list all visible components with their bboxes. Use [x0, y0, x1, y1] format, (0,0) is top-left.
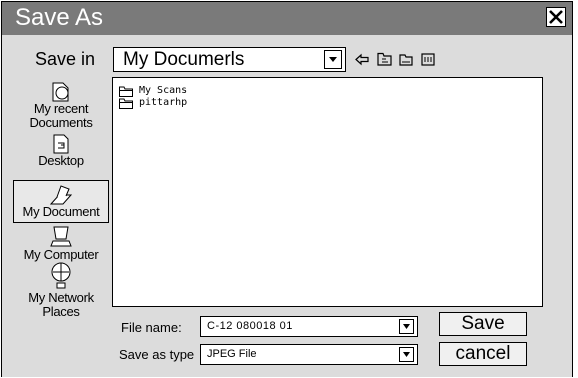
- save-as-type-value: JPEG File: [207, 348, 257, 360]
- file-name-my-scans: My Scans: [139, 85, 188, 96]
- place-my-network-places[interactable]: My Network Places: [13, 261, 109, 319]
- place-my-documents[interactable]: My Document: [13, 180, 109, 223]
- place-label-desktop: Desktop: [38, 153, 84, 168]
- save-button[interactable]: Save: [439, 312, 527, 336]
- place-my-recent-documents[interactable]: My recent Documents: [13, 82, 109, 130]
- close-icon: [549, 10, 563, 24]
- place-label-my-computer: My Computer: [23, 247, 99, 262]
- my-documents-icon: [49, 185, 73, 205]
- recent-documents-icon: [52, 82, 69, 102]
- save-as-type-dropdown-button[interactable]: [399, 347, 414, 362]
- desktop-icon: [53, 134, 69, 154]
- computer-icon: [50, 226, 72, 247]
- save-in-value: My Documerls: [123, 49, 245, 70]
- cancel-button[interactable]: cancel: [439, 342, 527, 366]
- list-item[interactable]: pittarhp: [119, 97, 187, 109]
- place-label-my-documents: My Document: [22, 204, 100, 219]
- up-folder-icon[interactable]: [377, 52, 392, 66]
- place-label-recent-line1: My recent: [33, 101, 89, 116]
- folder-icon: [119, 98, 133, 109]
- place-label-network-line2: Places: [42, 304, 80, 319]
- network-places-icon: [51, 262, 71, 289]
- folder-icon: [119, 86, 133, 97]
- place-label-network-line1: My Network: [28, 290, 94, 305]
- chevron-down-icon: [403, 324, 410, 329]
- file-list[interactable]: My Scans pittarhp: [112, 77, 543, 307]
- view-menu-icon[interactable]: [421, 53, 435, 66]
- file-name-label: File name:: [121, 320, 182, 335]
- place-label-recent-line2: Documents: [29, 115, 93, 130]
- file-name-pittarhp: pittarhp: [139, 97, 188, 108]
- file-name-value: C-12 080018 01: [207, 320, 293, 332]
- save-as-type-select[interactable]: JPEG File: [200, 344, 418, 365]
- save-in-label: Save in: [35, 49, 96, 69]
- place-my-computer[interactable]: My Computer: [13, 225, 109, 262]
- file-name-dropdown-button[interactable]: [399, 319, 414, 334]
- close-button[interactable]: [546, 7, 566, 27]
- list-item[interactable]: My Scans: [119, 85, 187, 97]
- back-arrow-icon[interactable]: [355, 53, 369, 66]
- title-bar[interactable]: Save As: [2, 2, 572, 35]
- new-folder-icon[interactable]: [399, 53, 413, 66]
- save-in-dropdown-button[interactable]: [324, 50, 342, 69]
- save-as-type-label: Save as type: [119, 347, 195, 362]
- chevron-down-icon: [403, 352, 410, 357]
- chevron-down-icon: [329, 57, 337, 62]
- save-as-dialog: Save As Save in My Documerls My recent D…: [1, 1, 573, 377]
- dialog-title: Save As: [15, 4, 104, 31]
- place-desktop[interactable]: Desktop: [13, 134, 109, 168]
- file-name-input[interactable]: C-12 080018 01: [200, 316, 418, 337]
- save-in-dropdown[interactable]: My Documerls: [113, 47, 346, 72]
